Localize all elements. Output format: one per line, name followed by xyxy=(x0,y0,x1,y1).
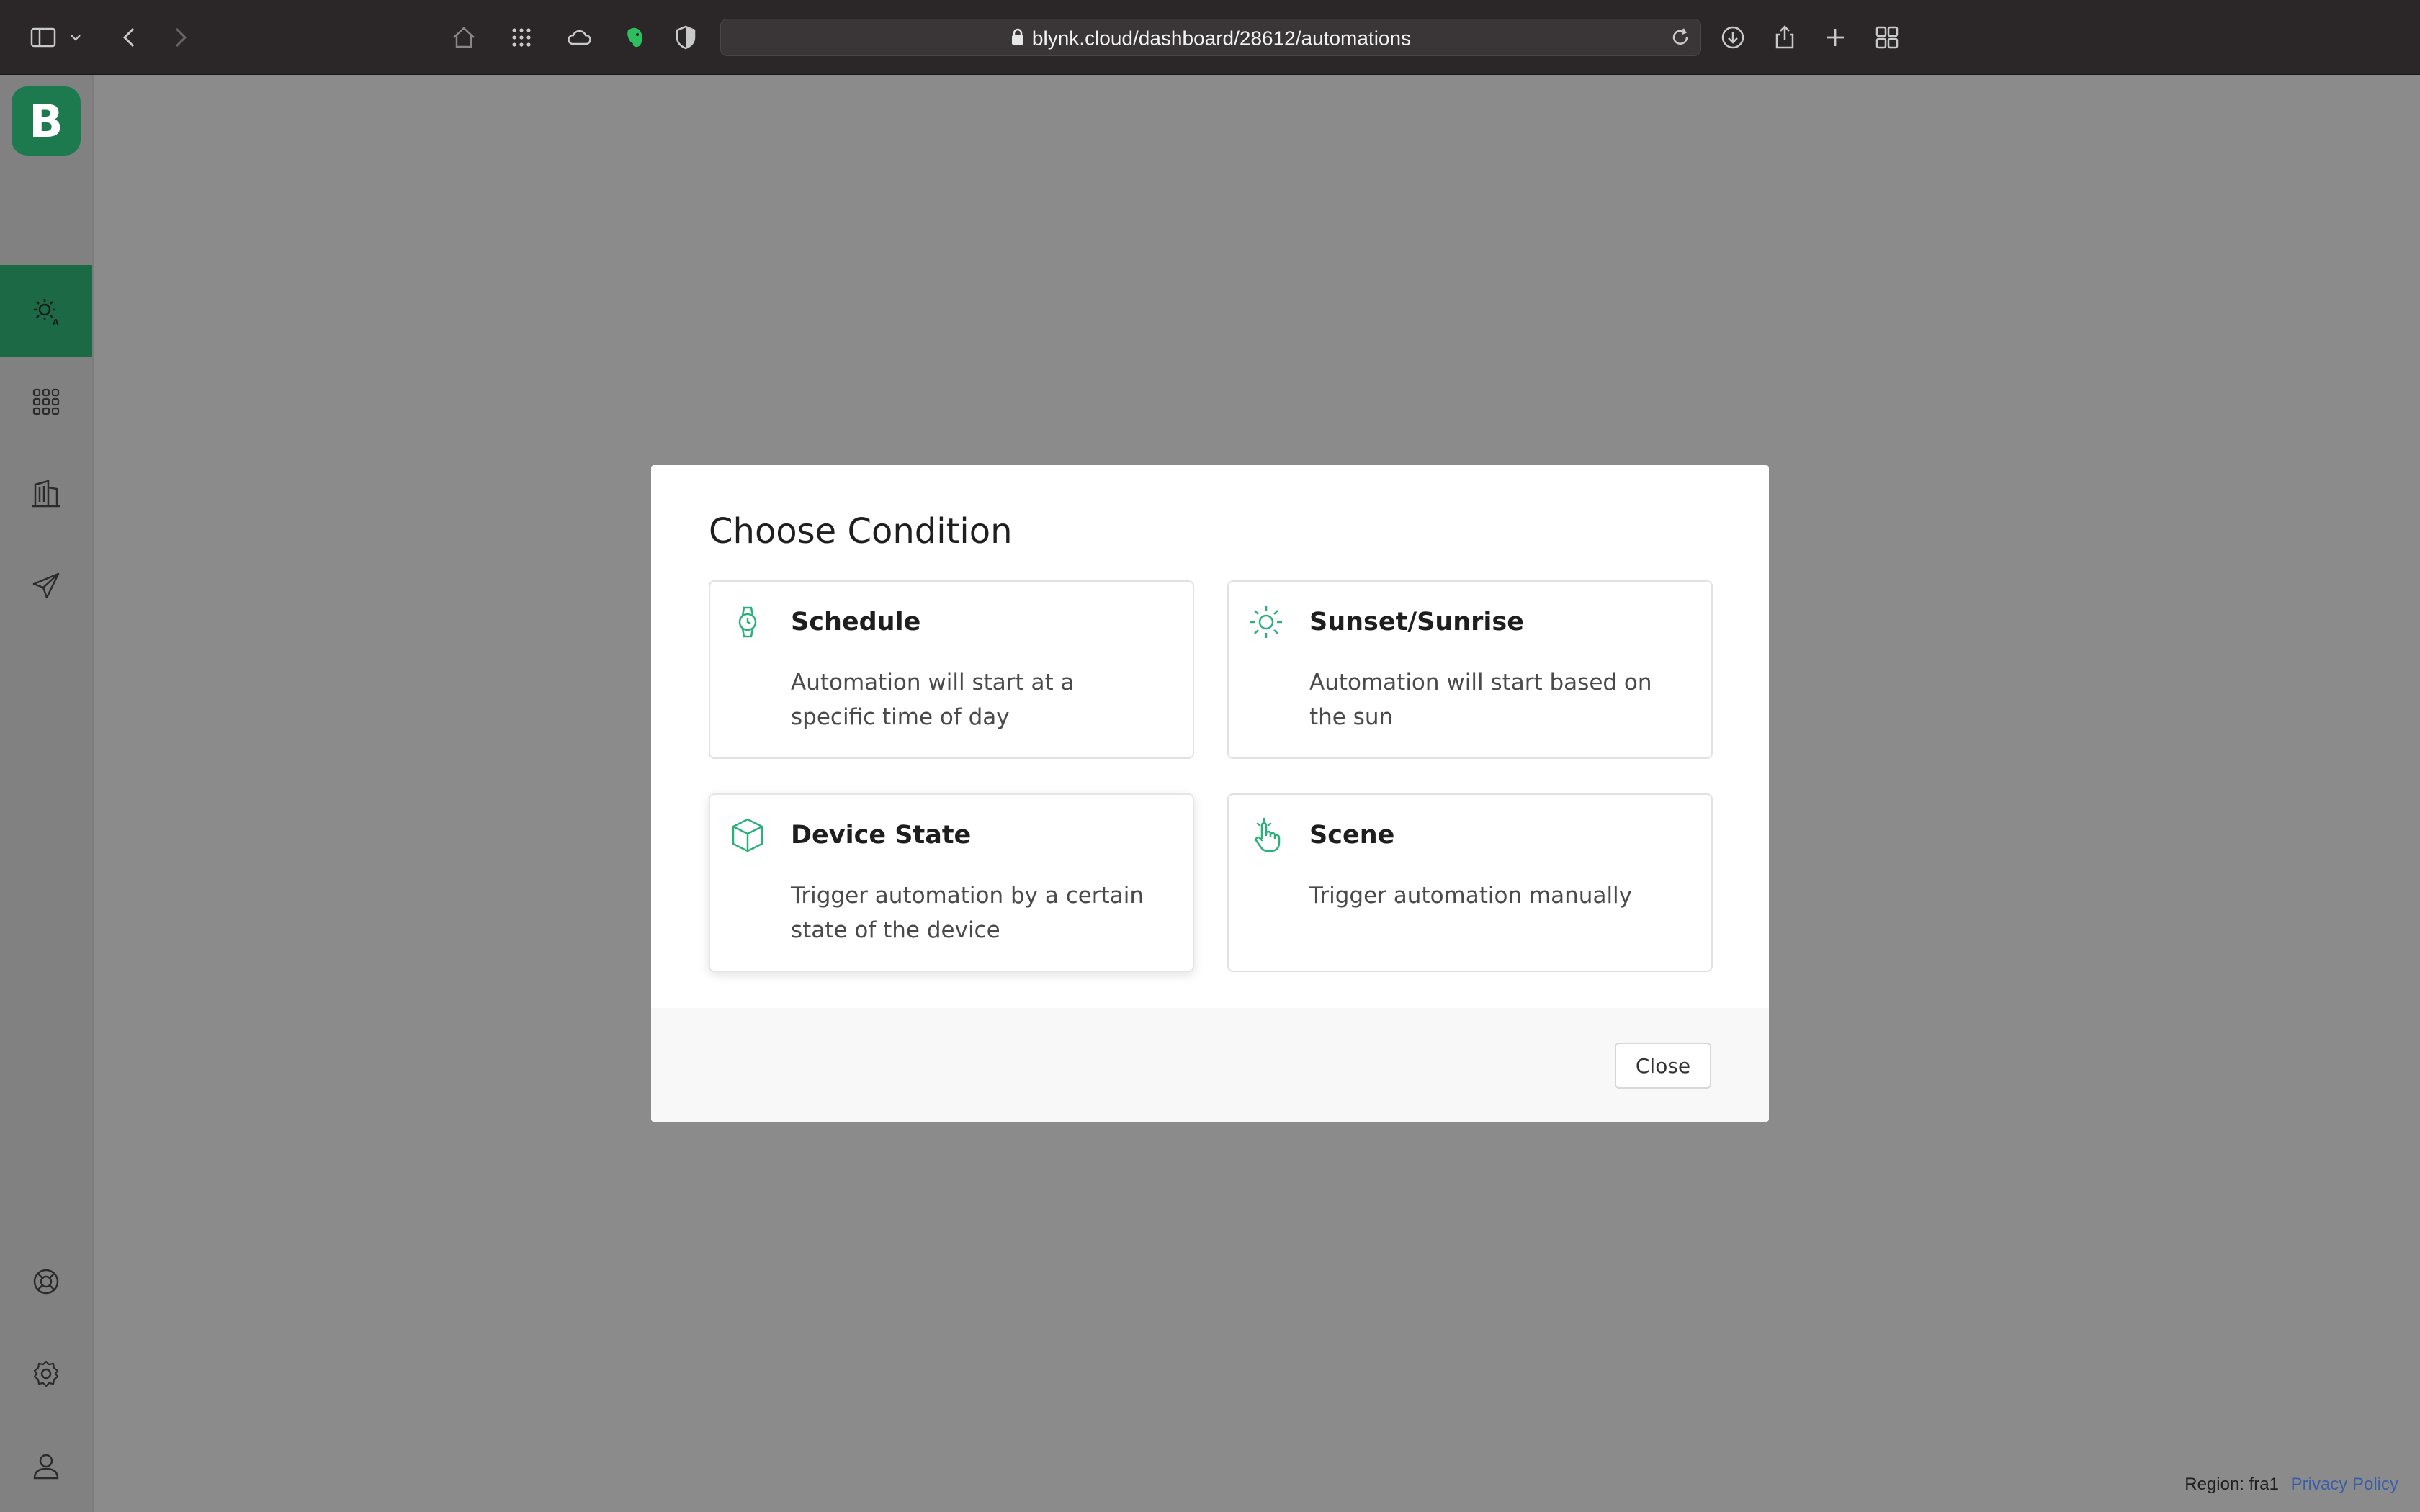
card-title: Sunset/Sunrise xyxy=(1309,608,1524,636)
forward-icon[interactable] xyxy=(164,22,196,53)
watch-icon xyxy=(729,603,766,641)
cube-icon xyxy=(729,816,766,854)
address-bar[interactable]: blynk.cloud/dashboard/28612/automations xyxy=(720,19,1701,56)
sidebar-item-profile[interactable] xyxy=(0,1420,92,1512)
home-icon[interactable] xyxy=(448,22,480,53)
sidebar-item-help[interactable] xyxy=(0,1236,92,1328)
condition-card-device-state[interactable]: Device State Trigger automation by a cer… xyxy=(709,793,1194,972)
building-icon xyxy=(32,480,60,508)
evernote-icon[interactable] xyxy=(618,22,650,53)
choose-condition-modal: Choose Condition Schedule Automation wil… xyxy=(651,465,1769,1122)
condition-card-scene[interactable]: Scene Trigger automation manually xyxy=(1227,793,1713,972)
paper-plane-icon xyxy=(32,572,60,599)
card-title: Device State xyxy=(791,821,972,850)
chevron-down-icon[interactable] xyxy=(65,22,86,53)
card-description: Automation will start at a specific time… xyxy=(791,670,1075,730)
share-icon[interactable] xyxy=(1769,22,1801,53)
sidebar: B A xyxy=(0,75,94,1512)
sidebar-item-apps[interactable] xyxy=(0,356,92,448)
close-button[interactable]: Close xyxy=(1615,1043,1711,1089)
svg-text:A: A xyxy=(53,318,59,327)
gear-icon xyxy=(33,1360,59,1387)
sidebar-toggle-icon[interactable] xyxy=(27,22,59,53)
grid-icon xyxy=(32,388,60,415)
sidebar-item-automations[interactable]: A xyxy=(0,265,92,357)
new-tab-icon[interactable] xyxy=(1819,22,1851,53)
condition-card-sunset-sunrise[interactable]: Sunset/Sunrise Automation will start bas… xyxy=(1227,580,1713,759)
card-description: Trigger automation manually xyxy=(1309,883,1633,909)
card-description: Automation will start based on the sun xyxy=(1309,670,1652,730)
sidebar-item-settings[interactable] xyxy=(0,1328,92,1420)
sun-icon xyxy=(1247,603,1285,641)
card-title: Schedule xyxy=(791,608,921,636)
shield-icon[interactable] xyxy=(670,22,702,53)
region-label: Region: fra1 xyxy=(2184,1475,2279,1494)
card-description: Trigger automation by a certain state of… xyxy=(791,883,1144,943)
card-title: Scene xyxy=(1309,821,1395,850)
apps-grid-icon[interactable] xyxy=(506,22,537,53)
reload-icon[interactable] xyxy=(1667,24,1693,50)
blynk-logo[interactable]: B xyxy=(12,86,81,156)
modal-footer: Close xyxy=(651,1008,1769,1122)
hand-tap-icon xyxy=(1247,816,1285,854)
sidebar-item-messages[interactable] xyxy=(0,540,92,632)
cloud-icon[interactable] xyxy=(563,22,595,53)
condition-card-schedule[interactable]: Schedule Automation will start at a spec… xyxy=(709,580,1194,759)
browser-toolbar: blynk.cloud/dashboard/28612/automations xyxy=(0,0,2420,75)
lifebuoy-icon xyxy=(33,1269,59,1295)
lock-icon xyxy=(1010,21,1025,57)
tab-overview-icon[interactable] xyxy=(1871,22,1903,53)
user-icon xyxy=(33,1454,59,1480)
sidebar-item-organizations[interactable] xyxy=(0,448,92,540)
privacy-policy-link[interactable]: Privacy Policy xyxy=(2291,1475,2398,1495)
download-icon[interactable] xyxy=(1717,22,1749,53)
back-icon[interactable] xyxy=(114,22,145,53)
modal-title: Choose Condition xyxy=(709,511,1013,552)
sun-automation-icon: A xyxy=(34,299,59,327)
url-text: blynk.cloud/dashboard/28612/automations xyxy=(1031,27,1412,50)
